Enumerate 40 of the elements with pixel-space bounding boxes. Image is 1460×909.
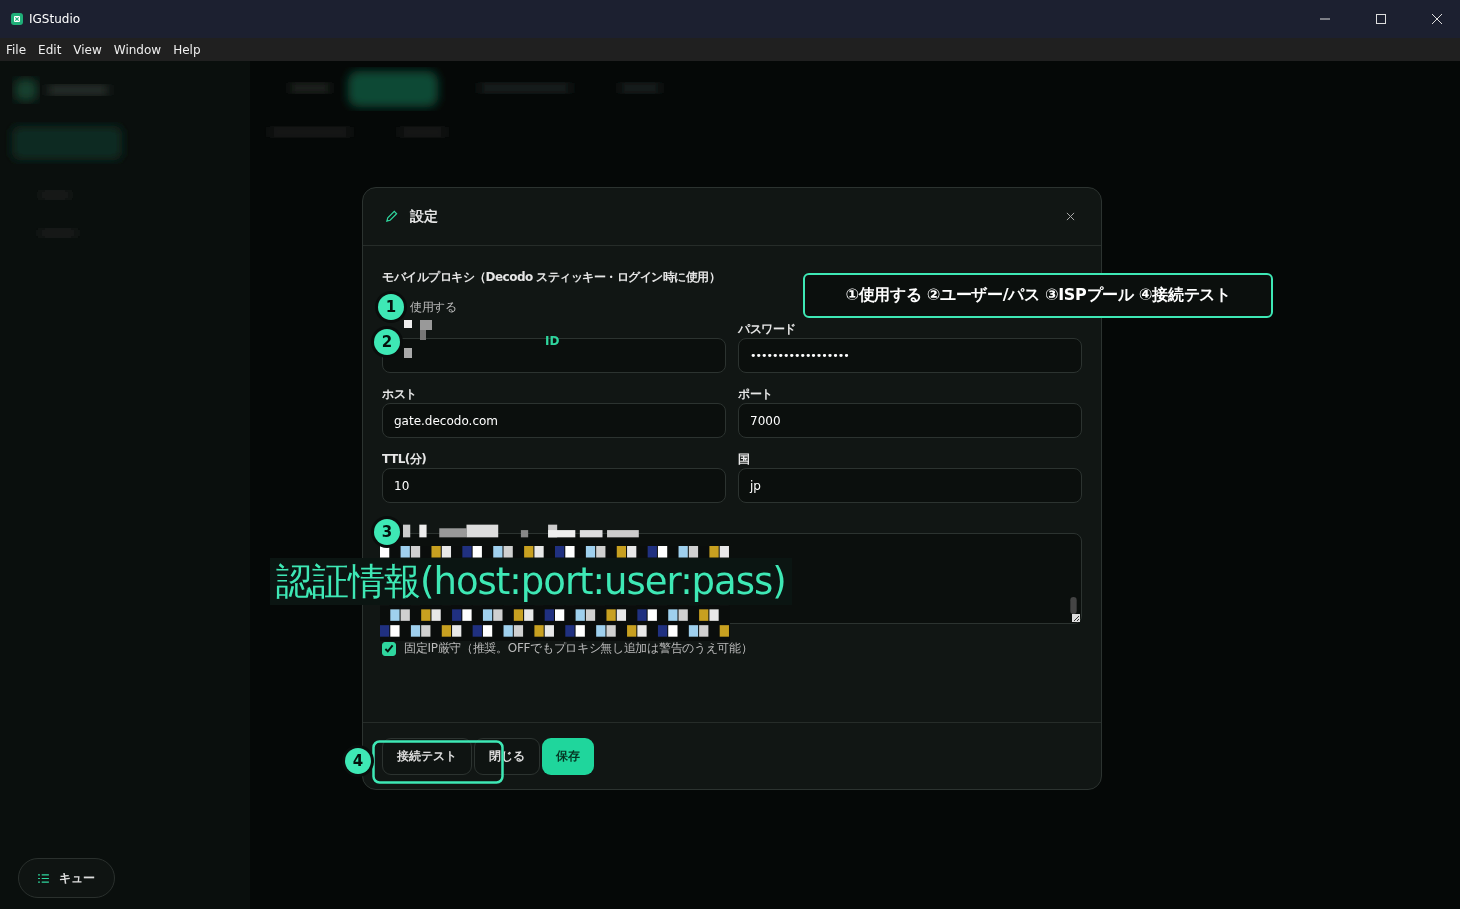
- field-label: パスワード: [738, 321, 797, 336]
- input-field[interactable]: 10: [382, 468, 726, 503]
- pencil-icon: [385, 210, 398, 223]
- annotation-label: ID: [545, 334, 560, 348]
- dialog-button[interactable]: 接続テスト: [382, 737, 472, 775]
- input-field[interactable]: gate.decodo.com: [382, 403, 726, 438]
- window-title: IGStudio: [29, 12, 81, 26]
- input-field[interactable]: jp: [738, 468, 1082, 503]
- input-field[interactable]: ••••••••••••••••••: [738, 338, 1082, 373]
- number-badge: 1: [378, 294, 404, 320]
- scrollbar-thumb: [1070, 597, 1077, 614]
- field-label: ポート: [738, 386, 774, 401]
- checkbox[interactable]: [382, 641, 396, 656]
- field-label: ホスト: [382, 386, 418, 401]
- dialog-title: 設定: [410, 207, 438, 226]
- field-label: TTL(分): [382, 451, 428, 466]
- menu-item[interactable]: View: [73, 42, 102, 57]
- number-badge: 3: [374, 519, 400, 545]
- app-logo-icon: [11, 13, 23, 25]
- checkbox-label: 固定IP厳守（推奨。OFFでもプロキシ無し追加は警告のうえ可能）: [404, 640, 753, 657]
- save-button[interactable]: 保存: [542, 737, 594, 775]
- resize-grip-icon: [1072, 614, 1080, 622]
- menu-item[interactable]: Edit: [38, 42, 62, 57]
- number-badge: 4: [345, 748, 371, 774]
- menu-item[interactable]: File: [6, 42, 27, 57]
- number-badge: 2: [374, 329, 400, 355]
- field-label: 国: [738, 451, 751, 466]
- menu-item[interactable]: Help: [173, 42, 201, 57]
- caption-overlay: 認証情報(host:port:user:pass): [270, 558, 792, 605]
- checkbox-label: 使用する: [410, 298, 457, 316]
- section-title: モバイルプロキシ（Decodo スティッキー・ログイン時に使用）: [382, 269, 722, 286]
- list-icon: [38, 873, 49, 883]
- menu-item[interactable]: Window: [113, 42, 162, 57]
- annotation-callout: ①使用する ②ユーザー/パス ③ISPプール ④接続テスト: [803, 273, 1273, 318]
- input-field[interactable]: 7000: [738, 403, 1082, 438]
- queue-button[interactable]: キュー: [18, 858, 115, 898]
- blurred-text: [48, 85, 108, 95]
- close-icon[interactable]: [1066, 212, 1075, 221]
- blurred-logo: [15, 79, 37, 101]
- maximize-icon[interactable]: [1376, 14, 1386, 24]
